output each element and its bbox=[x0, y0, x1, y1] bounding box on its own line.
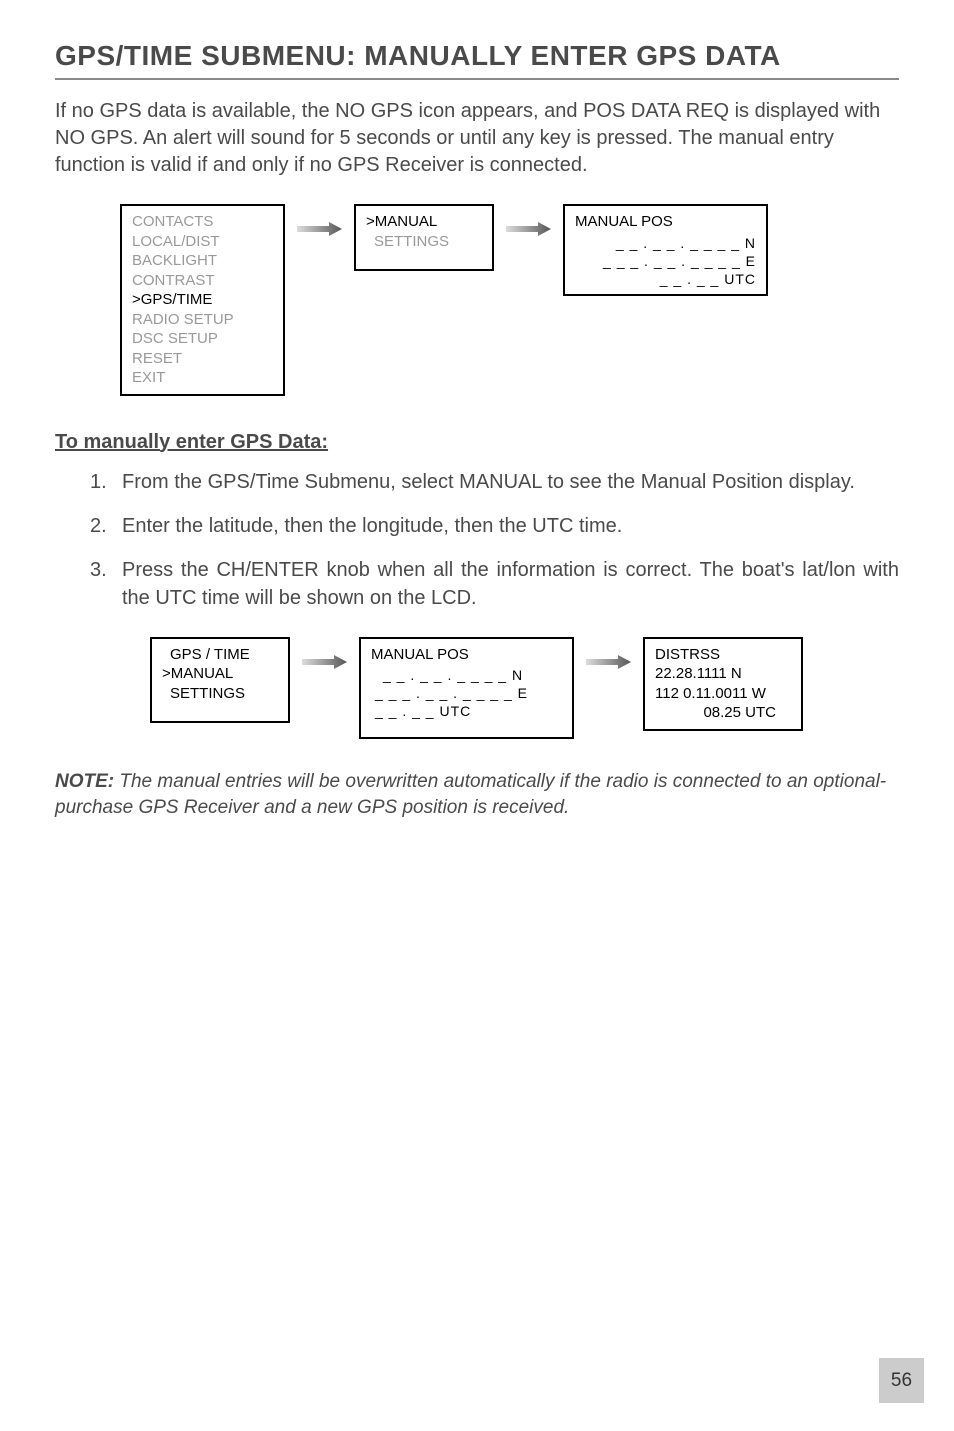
step-text: From the GPS/Time Submenu, select MANUAL… bbox=[122, 468, 899, 496]
pos-utc: _ _ . _ _ UTC bbox=[575, 270, 756, 288]
arrow-icon bbox=[494, 204, 563, 236]
gpstime-box: GPS / TIME >MANUAL SETTINGS bbox=[150, 637, 290, 724]
pos-lon: _ _ _ . _ _ . _ _ _ _ E bbox=[575, 252, 756, 270]
diagram-1: CONTACTS LOCAL/DIST BACKLIGHT CONTRAST >… bbox=[120, 204, 899, 396]
result-line: 22.28.1111 N bbox=[655, 664, 791, 684]
arrow-icon bbox=[290, 637, 359, 669]
arrow-icon bbox=[574, 637, 643, 669]
arrow-icon bbox=[285, 204, 354, 236]
pos-utc: _ _ . _ _ UTC bbox=[371, 702, 562, 720]
pos-lon: _ _ _ . _ _ . _ _ _ _ E bbox=[371, 684, 562, 702]
box-line: SETTINGS bbox=[162, 684, 278, 704]
steps-list: 1. From the GPS/Time Submenu, select MAN… bbox=[90, 468, 899, 612]
list-item: 3. Press the CH/ENTER knob when all the … bbox=[90, 556, 899, 612]
manual-pos-box: MANUAL POS _ _ . _ _ . _ _ _ _ N _ _ _ .… bbox=[563, 204, 768, 296]
menu-item: BACKLIGHT bbox=[132, 251, 273, 271]
submenu-line: SETTINGS bbox=[366, 232, 482, 252]
result-line: 08.25 UTC bbox=[655, 703, 791, 723]
pos-header: MANUAL POS bbox=[371, 645, 562, 665]
menu-item: LOCAL/DIST bbox=[132, 232, 273, 252]
menu-item-active: >GPS/TIME bbox=[132, 290, 273, 310]
result-line: DISTRSS bbox=[655, 645, 791, 665]
list-item: 1. From the GPS/Time Submenu, select MAN… bbox=[90, 468, 899, 496]
list-item: 2. Enter the latitude, then the longitud… bbox=[90, 512, 899, 540]
menu-box: CONTACTS LOCAL/DIST BACKLIGHT CONTRAST >… bbox=[120, 204, 285, 396]
box-line: >MANUAL bbox=[162, 664, 278, 684]
step-number: 1. bbox=[90, 468, 122, 496]
step-number: 2. bbox=[90, 512, 122, 540]
result-line: 112 0.11.0011 W bbox=[655, 684, 791, 704]
section-subheading: To manually enter GPS Data: bbox=[55, 431, 899, 454]
menu-item: EXIT bbox=[132, 368, 273, 388]
menu-item: CONTACTS bbox=[132, 212, 273, 232]
diagram-2: GPS / TIME >MANUAL SETTINGS MANUAL POS _… bbox=[150, 637, 899, 739]
page-number: 56 bbox=[879, 1358, 924, 1403]
distress-box: DISTRSS 22.28.1111 N 112 0.11.0011 W 08.… bbox=[643, 637, 803, 731]
pos-lat: _ _ . _ _ . _ _ _ _ N bbox=[371, 666, 562, 684]
step-number: 3. bbox=[90, 556, 122, 612]
box-line: GPS / TIME bbox=[162, 645, 278, 665]
page-title: GPS/TIME SUBMENU: MANUALLY ENTER GPS DAT… bbox=[55, 40, 899, 80]
manual-pos-box-2: MANUAL POS _ _ . _ _ . _ _ _ _ N _ _ _ .… bbox=[359, 637, 574, 739]
pos-lat: _ _ . _ _ . _ _ _ _ N bbox=[575, 234, 756, 252]
intro-paragraph: If no GPS data is available, the NO GPS … bbox=[55, 98, 899, 179]
submenu-box: >MANUAL SETTINGS bbox=[354, 204, 494, 271]
note-paragraph: NOTE: The manual entries will be overwri… bbox=[55, 769, 899, 822]
menu-item: RADIO SETUP bbox=[132, 310, 273, 330]
step-text: Press the CH/ENTER knob when all the inf… bbox=[122, 556, 899, 612]
pos-header: MANUAL POS bbox=[575, 212, 756, 232]
menu-item: DSC SETUP bbox=[132, 329, 273, 349]
menu-item: CONTRAST bbox=[132, 271, 273, 291]
submenu-line: >MANUAL bbox=[366, 212, 482, 232]
step-text: Enter the latitude, then the longitude, … bbox=[122, 512, 899, 540]
note-text: The manual entries will be overwritten a… bbox=[55, 771, 886, 819]
note-label: NOTE: bbox=[55, 771, 114, 792]
menu-item: RESET bbox=[132, 349, 273, 369]
